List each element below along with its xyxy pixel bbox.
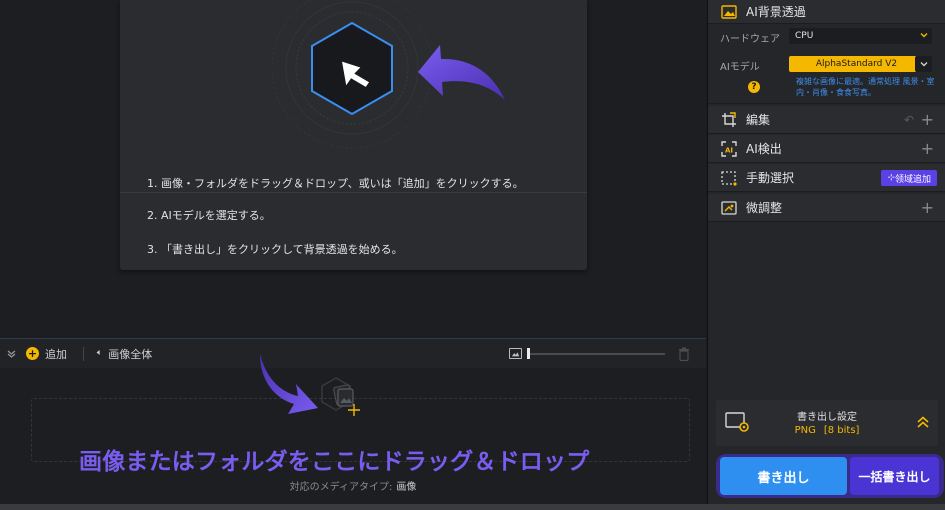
crop-icon xyxy=(722,111,736,127)
ai-model-dropdown-button[interactable] xyxy=(915,56,932,72)
marquee-select-icon xyxy=(721,170,737,186)
fit-whole-image-button[interactable]: 🢐 画像全体 xyxy=(96,339,152,369)
zoom-slider-track[interactable] xyxy=(527,353,665,355)
ai-detect-icon: AI xyxy=(721,140,737,157)
chevron-down-icon xyxy=(920,33,928,38)
ai-remove-bg-icon xyxy=(721,4,737,19)
instruction-step-3: 3. 「書き出し」をクリックして背景透過を始める。 xyxy=(147,243,403,256)
export-settings-title: 書き出し設定 xyxy=(797,412,857,423)
chevron-down-icon xyxy=(920,62,928,67)
thumbnail-toolbar: + 追加 🢐 画像全体 xyxy=(0,338,706,368)
add-button-label: 追加 xyxy=(45,347,67,361)
media-types-value: 画像 xyxy=(396,482,417,493)
hardware-select[interactable]: CPU xyxy=(789,28,932,44)
trash-icon[interactable] xyxy=(678,347,690,361)
help-icon[interactable]: ? xyxy=(748,81,760,93)
fit-whole-image-label: 画像全体 xyxy=(108,347,153,361)
add-button[interactable]: + 追加 xyxy=(26,339,67,369)
ai-model-description: 複雑な画像に最適。通常処理 風景・室内・肖像・食食写真。 xyxy=(796,77,935,97)
getting-started-card: 1. 画像・フォルダをドラッグ＆ドロップ、或いは「追加」をクリックする。 2. … xyxy=(120,0,587,270)
edit-section-title: 編集 xyxy=(746,113,771,127)
add-area-button-label: 领域追加 xyxy=(894,174,931,185)
hardware-label: ハードウェア xyxy=(720,34,780,45)
back-arrow-icon: 🢐 xyxy=(96,346,101,359)
edit-expand-plus-icon[interactable]: + xyxy=(921,110,934,130)
drop-hint-arrow-icon xyxy=(260,354,318,414)
dropzone-hint-text: 画像またはフォルダをここにドラッグ＆ドロップ xyxy=(79,449,590,475)
toolbar-divider xyxy=(83,346,84,361)
ai-detect-section-title: AI検出 xyxy=(746,142,782,156)
window-bottom-edge xyxy=(0,504,945,510)
add-area-button[interactable]: ⊹ 领域追加 xyxy=(881,170,937,186)
batch-export-button[interactable]: 一括書き出し xyxy=(850,457,939,495)
fine-tune-icon xyxy=(721,200,737,215)
export-settings-panel[interactable]: 書き出し設定 PNG [8 bits] xyxy=(716,400,938,446)
ai-detect-expand-plus-icon[interactable]: + xyxy=(921,139,934,159)
svg-text:AI: AI xyxy=(725,146,733,154)
fine-tune-section-title: 微調整 xyxy=(746,201,783,215)
instruction-step-2: 2. AIモデルを選定する。 xyxy=(147,209,271,222)
preview-canvas: 1. 画像・フォルダをドラッグ＆ドロップ、或いは「追加」をクリックする。 2. … xyxy=(0,0,706,338)
add-plus-icon: + xyxy=(26,347,39,360)
edit-section-header[interactable]: 編集 ↶ + xyxy=(708,106,945,134)
ai-detect-section-header[interactable]: AI AI検出 + xyxy=(708,135,945,163)
zoom-slider-handle[interactable] xyxy=(527,348,531,359)
export-button[interactable]: 書き出し xyxy=(720,457,847,495)
fine-tune-expand-plus-icon[interactable]: + xyxy=(921,198,934,218)
ai-model-label: AIモデル xyxy=(720,62,760,73)
export-format-summary: PNG [8 bits] xyxy=(716,425,938,436)
export-format: PNG xyxy=(794,425,816,436)
ai-model-value: AlphaStandard V2 xyxy=(815,59,898,69)
right-settings-panel: AI背景透過 ハードウェア CPU AIモデル AlphaStandard V2… xyxy=(707,0,945,504)
dropzone-area: 画像またはフォルダをここにドラッグ＆ドロップ 対応のメディアタイプ: 画像 xyxy=(0,354,706,504)
undo-icon[interactable]: ↶ xyxy=(904,113,914,127)
ai-section-title: AI背景透過 xyxy=(746,5,806,19)
step-divider xyxy=(120,192,587,193)
image-add-icon xyxy=(321,377,360,416)
ai-settings-body: ハードウェア CPU AIモデル AlphaStandard V2 ? 複雑な画… xyxy=(708,24,945,104)
ai-background-removal-header[interactable]: AI背景透過 xyxy=(708,0,945,24)
instruction-step-1: 1. 画像・フォルダをドラッグ＆ドロップ、或いは「追加」をクリックする。 xyxy=(147,177,524,190)
upload-hero-graphic xyxy=(271,0,505,149)
supported-media-types: 対応のメディアタイプ: 画像 xyxy=(0,478,706,493)
export-bit-depth: [8 bits] xyxy=(823,425,860,436)
manual-select-section-header[interactable]: 手動選択 ⊹ 领域追加 xyxy=(708,164,945,192)
manual-select-section-title: 手動選択 xyxy=(746,171,795,185)
double-chevron-up-icon[interactable] xyxy=(916,415,930,429)
add-area-plus-icon: ⊹ xyxy=(887,173,895,183)
ai-model-select[interactable]: AlphaStandard V2 xyxy=(789,56,924,72)
hardware-value: CPU xyxy=(795,31,814,41)
fine-tune-section-header[interactable]: 微調整 + xyxy=(708,194,945,222)
image-thumbnail-icon xyxy=(509,348,522,359)
media-types-label: 対応のメディアタイプ: xyxy=(289,482,393,493)
collapse-chevron-icon[interactable] xyxy=(4,339,18,369)
